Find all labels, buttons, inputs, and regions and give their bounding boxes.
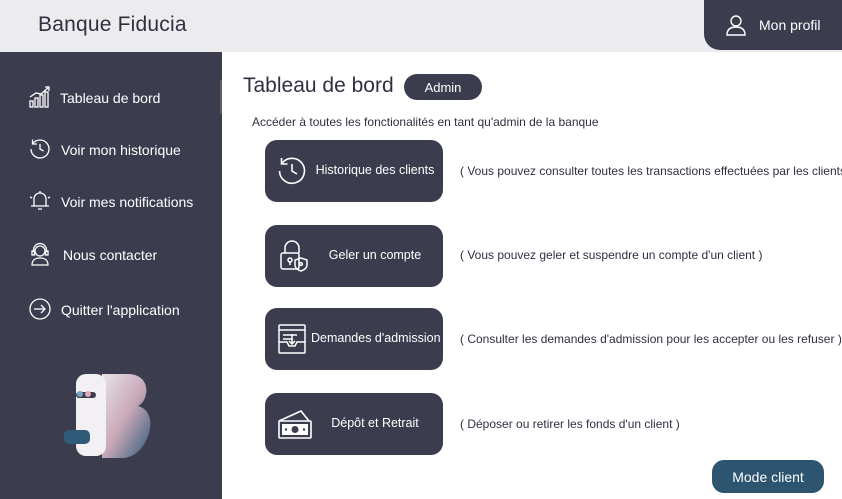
sidebar-item-label: Tableau de bord <box>60 90 161 106</box>
lock-icon <box>275 239 309 273</box>
profile-label: Mon profil <box>759 17 821 33</box>
client-history-button[interactable]: Historique des clients <box>265 140 443 202</box>
sidebar-item-contact[interactable]: Nous contacter <box>0 235 222 275</box>
page-title: Tableau de bord <box>243 74 394 97</box>
sidebar-item-history[interactable]: Voir mon historique <box>0 130 222 170</box>
money-icon <box>275 407 312 441</box>
action-label: Historique des clients <box>315 163 435 177</box>
sidebar-item-label: Voir mes notifications <box>61 194 194 210</box>
sidebar: Tableau de bord Voir mon historique Voir… <box>0 52 222 499</box>
mail-inbox-icon <box>275 322 309 356</box>
history-icon <box>275 154 309 188</box>
app-logo <box>62 372 152 462</box>
action-description: ( Vous pouvez geler et suspendre un comp… <box>460 248 763 262</box>
client-mode-button[interactable]: Mode client <box>712 460 824 493</box>
sidebar-item-quit[interactable]: Quitter l'application <box>0 290 222 330</box>
app-title: Banque Fiducia <box>38 13 187 36</box>
history-icon <box>28 137 52 161</box>
sidebar-item-notifications[interactable]: Voir mes notifications <box>0 182 222 222</box>
action-label: Demandes d'admission <box>311 331 441 345</box>
sidebar-item-dashboard[interactable]: Tableau de bord <box>0 78 222 118</box>
sidebar-item-label: Quitter l'application <box>61 302 180 318</box>
user-icon <box>724 13 748 37</box>
logout-icon <box>28 297 52 321</box>
role-badge: Admin <box>404 74 482 100</box>
action-label: Geler un compte <box>328 248 422 262</box>
freeze-account-button[interactable]: Geler un compte <box>265 225 443 287</box>
page-subtitle: Accéder à toutes les fonctionalités en t… <box>252 115 599 129</box>
action-description: ( Consulter les demandes d'admission pou… <box>460 332 842 346</box>
admission-requests-button[interactable]: Demandes d'admission <box>265 308 443 370</box>
sidebar-item-label: Nous contacter <box>63 247 158 263</box>
action-label: Dépôt et Retrait <box>331 416 419 430</box>
profile-button[interactable]: Mon profil <box>704 0 842 50</box>
action-description: ( Vous pouvez consulter toutes les trans… <box>460 164 842 178</box>
support-agent-icon <box>28 242 52 266</box>
header-bar: Banque Fiducia Mon profil <box>0 0 842 52</box>
action-description: ( Déposer ou retirer les fonds d'un clie… <box>460 417 680 431</box>
sidebar-active-indicator <box>220 80 222 114</box>
sidebar-item-label: Voir mon historique <box>61 142 181 158</box>
bell-icon <box>28 189 52 213</box>
deposit-withdraw-button[interactable]: Dépôt et Retrait <box>265 393 443 455</box>
dashboard-chart-icon <box>28 85 52 109</box>
